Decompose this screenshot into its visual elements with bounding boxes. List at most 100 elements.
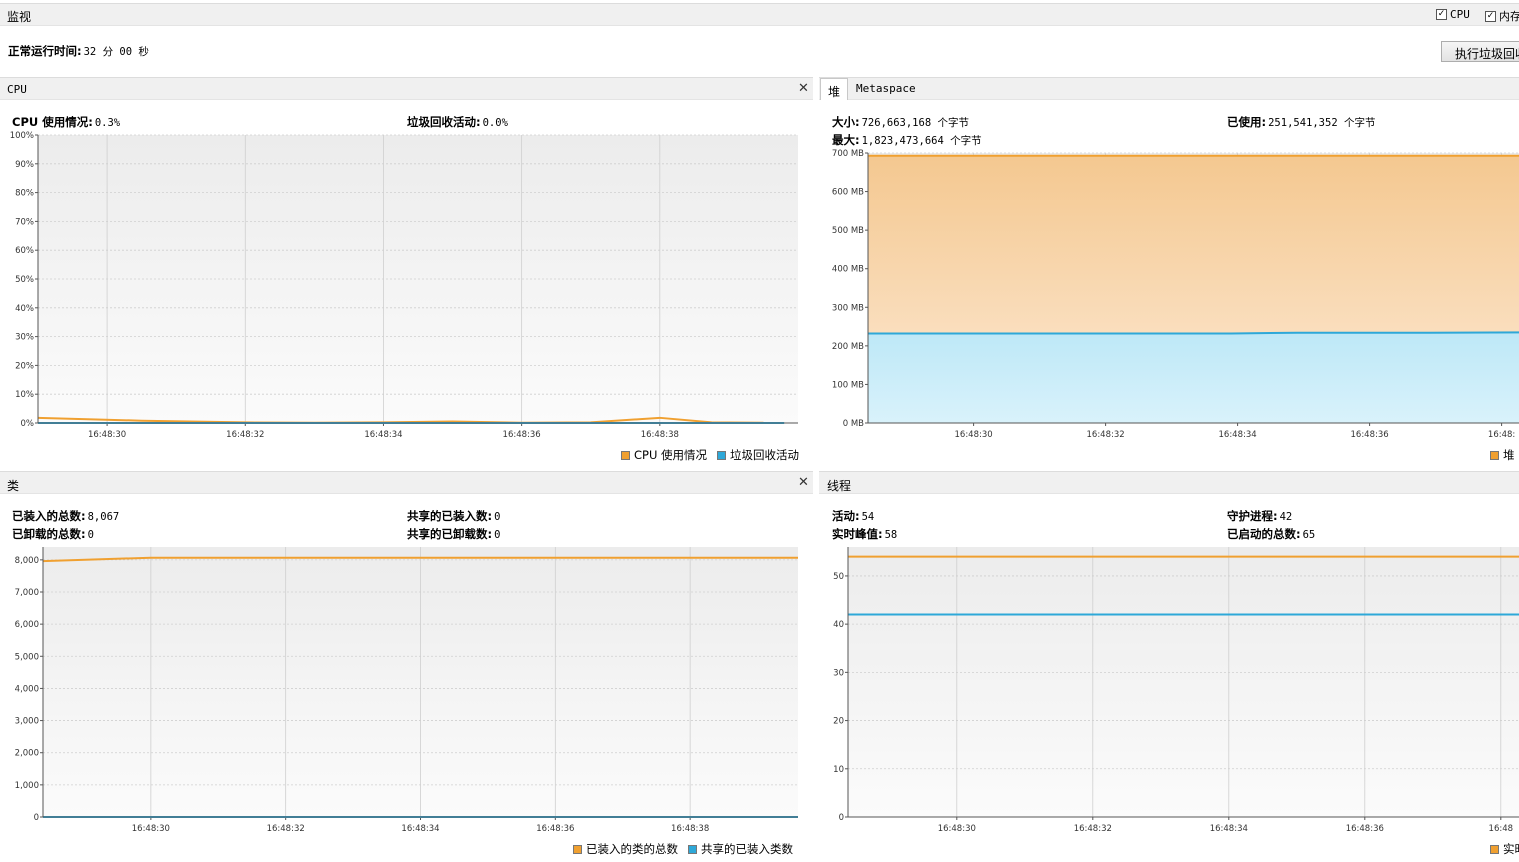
y-tick-label: 30: [833, 668, 844, 678]
classes-loaded-stat: 已装入的总数: 8,067: [12, 509, 120, 523]
legend-swatch-orange: [1490, 844, 1499, 854]
series-line-1: [868, 331, 1519, 335]
cpu-checkbox[interactable]: ✓ CPU: [1436, 8, 1470, 21]
heap-size-stat: 大小: 726,663,168 个字节: [832, 115, 969, 129]
x-tick-label: 16:48:32: [226, 430, 264, 440]
x-tick-label: 16:48:32: [1074, 824, 1112, 834]
x-tick-label: 16:48:36: [536, 824, 574, 834]
y-tick-label: 300 MB: [832, 303, 864, 313]
cpu-panel-title: CPU: [7, 83, 27, 96]
uptime-value: 32 分 00 秒: [83, 46, 149, 58]
y-tick-label: 40%: [15, 304, 34, 314]
threads-live-stat: 活动: 54: [832, 509, 875, 523]
classes-panel-title: 类: [7, 479, 20, 493]
y-tick-label: 20: [833, 717, 844, 727]
threads-panel-header: 线程: [819, 471, 1519, 494]
y-tick-label: 2,000: [15, 749, 39, 759]
x-tick-label: 16:48:: [1488, 430, 1515, 440]
threads-daemon-stat: 守护进程: 42: [1227, 509, 1293, 523]
x-tick-label: 16:48:30: [132, 824, 170, 834]
y-tick-label: 400 MB: [832, 265, 864, 275]
cpu-close-icon[interactable]: ✕: [798, 81, 809, 96]
y-tick-label: 100%: [10, 131, 34, 141]
classes-shared-loaded-stat: 共享的已装入数: 0: [407, 509, 501, 523]
y-tick-label: 500 MB: [832, 226, 864, 236]
heap-max-stat: 最大: 1,823,473,664 个字节: [832, 133, 982, 147]
classes-chart: 0 1,000 2,000 3,000 4,000 5,000 6,000 7,000 8,00…: [15, 547, 798, 834]
y-tick-label: 6,000: [15, 620, 39, 630]
x-tick-label: 16:48:34: [1210, 824, 1248, 834]
tab-heap[interactable]: 堆: [820, 78, 849, 100]
legend-swatch-orange: [573, 844, 582, 854]
legend-swatch-blue: [688, 844, 697, 854]
legend-swatch-orange: [621, 450, 630, 460]
cpu-chart: 0% 10% 20% 30% 40% 50% 60% 70% 80% 90% 100% 16:48:3…: [10, 131, 798, 440]
x-tick-label: 16:48:38: [641, 430, 679, 440]
threads-started-stat: 已启动的总数: 65: [1227, 527, 1316, 541]
uptime: 正常运行时间: 32 分 00 秒: [8, 43, 149, 59]
y-tick-label: 200 MB: [832, 342, 864, 352]
y-tick-label: 20%: [15, 361, 34, 371]
memory-checkbox[interactable]: ✓ 内存: [1485, 8, 1519, 24]
x-tick-label: 16:48:34: [401, 824, 439, 834]
classes-shared-unloaded-stat: 共享的已卸载数: 0: [407, 527, 501, 541]
x-tick-label: 16:48:30: [938, 824, 976, 834]
x-tick-label: 16:48:34: [1219, 430, 1257, 440]
legend-swatch-blue: [717, 450, 727, 460]
cpu-usage-stat: CPU 使用情况: 0.3%: [12, 115, 121, 129]
classes-close-icon[interactable]: ✕: [798, 475, 809, 490]
perform-gc-button[interactable]: 执行垃圾回收: [1441, 41, 1519, 62]
y-tick-label: 70%: [15, 217, 34, 227]
x-tick-label: 16:48:32: [1087, 430, 1125, 440]
gc-activity-stat: 垃圾回收活动: 0.0%: [407, 115, 508, 129]
x-tick-label: 16:48:32: [267, 824, 305, 834]
y-tick-label: 0%: [21, 419, 35, 429]
cpu-panel-header: CPU: [0, 77, 813, 100]
y-tick-label: 100 MB: [832, 380, 864, 390]
x-tick-label: 16:48:36: [1351, 430, 1389, 440]
y-tick-label: 7,000: [15, 588, 39, 598]
heap-chart: 0 MB 100 MB 200 MB 300 MB 400 MB 500 MB 600 MB…: [832, 149, 1519, 440]
y-tick-label: 700 MB: [832, 149, 864, 159]
heap-legend: 堆: [1490, 447, 1515, 463]
x-tick-label: 16:48:36: [1346, 824, 1384, 834]
x-tick-label: 16:48: [1489, 824, 1514, 834]
threads-chart: 0 10 20 30 40 50 16:48:30 16:48:32 16:48:34 16:48…: [833, 547, 1519, 834]
x-tick-label: 16:48:34: [364, 430, 402, 440]
y-tick-label: 30%: [15, 333, 34, 343]
y-tick-label: 50%: [15, 275, 34, 285]
uptime-label: 正常运行时间:: [8, 44, 82, 58]
y-tick-label: 4,000: [15, 684, 39, 694]
y-tick-label: 60%: [15, 246, 34, 256]
monitor-header-bar: 监视: [0, 3, 1519, 26]
threads-panel-title: 线程: [827, 479, 852, 493]
y-tick-label: 0 MB: [843, 419, 864, 429]
threads-peak-stat: 实时峰值: 58: [832, 527, 898, 541]
y-tick-label: 90%: [15, 160, 34, 170]
y-tick-label: 80%: [15, 189, 34, 199]
classes-unloaded-stat: 已卸载的总数: 0: [12, 527, 94, 541]
tab-metaspace[interactable]: Metaspace: [849, 78, 923, 100]
plot-area: [848, 547, 1519, 817]
x-tick-label: 16:48:30: [88, 430, 126, 440]
y-tick-label: 5,000: [15, 652, 39, 662]
y-tick-label: 40: [833, 620, 844, 630]
x-tick-label: 16:48:38: [671, 824, 709, 834]
y-tick-label: 50: [833, 572, 844, 582]
y-tick-label: 10%: [15, 390, 34, 400]
y-tick-label: 600 MB: [832, 188, 864, 198]
heap-used-stat: 已使用: 251,541,352 个字节: [1227, 115, 1376, 129]
y-tick-label: 1,000: [15, 781, 39, 791]
threads-legend: 实时: [1490, 841, 1519, 857]
series-area-used: [868, 332, 1519, 423]
legend-swatch-orange: [1490, 450, 1499, 460]
y-tick-label: 10: [833, 765, 844, 775]
monitor-title: 监视: [7, 10, 32, 24]
x-tick-label: 16:48:30: [955, 430, 993, 440]
y-tick-label: 8,000: [15, 556, 39, 566]
classes-legend: 已装入的类的总数 共享的已装入类数: [573, 841, 793, 857]
checkbox-check-icon: ✓: [1436, 9, 1447, 20]
y-tick-label: 3,000: [15, 717, 39, 727]
classes-panel-header: 类: [0, 471, 813, 494]
checkbox-check-icon: ✓: [1485, 10, 1496, 22]
